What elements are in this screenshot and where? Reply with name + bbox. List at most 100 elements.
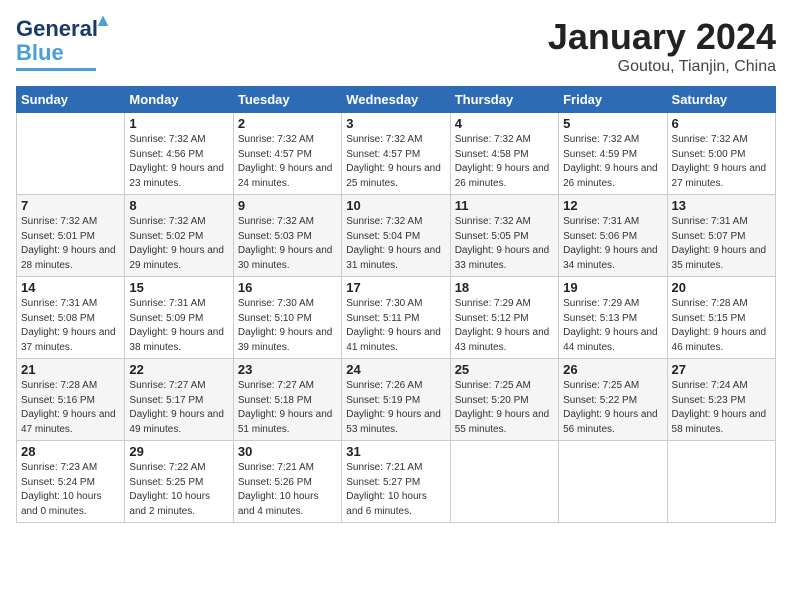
day-cell: 26 Sunrise: 7:25 AM Sunset: 5:22 PM Dayli… <box>559 359 667 441</box>
week-row-5: 28 Sunrise: 7:23 AM Sunset: 5:24 PM Dayli… <box>17 441 776 523</box>
logo-blue: Blue <box>16 40 64 66</box>
day-number: 26 <box>563 362 662 377</box>
day-info: Sunrise: 7:21 AM Sunset: 5:26 PM Dayligh… <box>238 461 337 519</box>
day-info: Sunrise: 7:27 AM Sunset: 5:18 PM Dayligh… <box>238 379 337 437</box>
day-info: Sunrise: 7:32 AM Sunset: 4:58 PM Dayligh… <box>455 133 554 191</box>
day-info: Sunrise: 7:26 AM Sunset: 5:19 PM Dayligh… <box>346 379 445 437</box>
day-number: 19 <box>563 280 662 295</box>
day-number: 4 <box>455 116 554 131</box>
day-number: 7 <box>21 198 120 213</box>
day-cell: 12Sunrise: 7:31 AM Sunset: 5:06 PM Dayli… <box>559 195 667 277</box>
day-cell: 30 Sunrise: 7:21 AM Sunset: 5:26 PM Dayli… <box>233 441 341 523</box>
day-cell: 17 Sunrise: 7:30 AM Sunset: 5:11 PM Dayli… <box>342 277 450 359</box>
day-number: 30 <box>238 444 337 459</box>
day-info: Sunrise: 7:28 AM Sunset: 5:16 PM Dayligh… <box>21 379 120 437</box>
day-cell: 25 Sunrise: 7:25 AM Sunset: 5:20 PM Dayli… <box>450 359 558 441</box>
location: Goutou, Tianjin, China <box>548 58 776 76</box>
day-cell: 29 Sunrise: 7:22 AM Sunset: 5:25 PM Dayli… <box>125 441 233 523</box>
day-info: Sunrise: 7:22 AM Sunset: 5:25 PM Dayligh… <box>129 461 228 519</box>
column-header-saturday: Saturday <box>667 87 775 113</box>
header-row: SundayMondayTuesdayWednesdayThursdayFrid… <box>17 87 776 113</box>
day-info: Sunrise: 7:31 AM Sunset: 5:07 PM Dayligh… <box>672 215 771 273</box>
day-info: Sunrise: 7:23 AM Sunset: 5:24 PM Dayligh… <box>21 461 120 519</box>
day-info: Sunrise: 7:32 AM Sunset: 5:03 PM Dayligh… <box>238 215 337 273</box>
day-number: 3 <box>346 116 445 131</box>
day-number: 5 <box>563 116 662 131</box>
day-number: 8 <box>129 198 228 213</box>
day-cell: 20 Sunrise: 7:28 AM Sunset: 5:15 PM Dayli… <box>667 277 775 359</box>
week-row-4: 21 Sunrise: 7:28 AM Sunset: 5:16 PM Dayli… <box>17 359 776 441</box>
day-info: Sunrise: 7:30 AM Sunset: 5:10 PM Dayligh… <box>238 297 337 355</box>
day-cell: 7Sunrise: 7:32 AM Sunset: 5:01 PM Daylig… <box>17 195 125 277</box>
day-cell <box>17 113 125 195</box>
column-header-sunday: Sunday <box>17 87 125 113</box>
day-cell: 18 Sunrise: 7:29 AM Sunset: 5:12 PM Dayli… <box>450 277 558 359</box>
day-info: Sunrise: 7:29 AM Sunset: 5:13 PM Dayligh… <box>563 297 662 355</box>
day-cell <box>450 441 558 523</box>
day-info: Sunrise: 7:21 AM Sunset: 5:27 PM Dayligh… <box>346 461 445 519</box>
day-cell: 5Sunrise: 7:32 AM Sunset: 4:59 PM Daylig… <box>559 113 667 195</box>
week-row-2: 7Sunrise: 7:32 AM Sunset: 5:01 PM Daylig… <box>17 195 776 277</box>
title-area: January 2024 Goutou, Tianjin, China <box>548 16 776 76</box>
day-number: 13 <box>672 198 771 213</box>
day-number: 15 <box>129 280 228 295</box>
day-number: 2 <box>238 116 337 131</box>
column-header-tuesday: Tuesday <box>233 87 341 113</box>
day-number: 29 <box>129 444 228 459</box>
day-cell: 6 Sunrise: 7:32 AM Sunset: 5:00 PM Daylig… <box>667 113 775 195</box>
day-cell: 9 Sunrise: 7:32 AM Sunset: 5:03 PM Daylig… <box>233 195 341 277</box>
day-cell: 10Sunrise: 7:32 AM Sunset: 5:04 PM Dayli… <box>342 195 450 277</box>
day-number: 23 <box>238 362 337 377</box>
day-info: Sunrise: 7:25 AM Sunset: 5:22 PM Dayligh… <box>563 379 662 437</box>
day-cell: 4 Sunrise: 7:32 AM Sunset: 4:58 PM Daylig… <box>450 113 558 195</box>
day-cell <box>667 441 775 523</box>
day-number: 14 <box>21 280 120 295</box>
day-number: 17 <box>346 280 445 295</box>
logo-general: General <box>16 16 98 41</box>
day-number: 25 <box>455 362 554 377</box>
logo-bird-icon: ▲ <box>94 10 112 31</box>
day-number: 16 <box>238 280 337 295</box>
day-cell <box>559 441 667 523</box>
day-cell: 21 Sunrise: 7:28 AM Sunset: 5:16 PM Dayli… <box>17 359 125 441</box>
day-info: Sunrise: 7:31 AM Sunset: 5:09 PM Dayligh… <box>129 297 228 355</box>
day-info: Sunrise: 7:32 AM Sunset: 5:02 PM Dayligh… <box>129 215 228 273</box>
day-cell: 19 Sunrise: 7:29 AM Sunset: 5:13 PM Dayli… <box>559 277 667 359</box>
day-info: Sunrise: 7:31 AM Sunset: 5:08 PM Dayligh… <box>21 297 120 355</box>
day-cell: 16 Sunrise: 7:30 AM Sunset: 5:10 PM Dayli… <box>233 277 341 359</box>
day-number: 6 <box>672 116 771 131</box>
month-title: January 2024 <box>548 16 776 58</box>
day-info: Sunrise: 7:30 AM Sunset: 5:11 PM Dayligh… <box>346 297 445 355</box>
day-info: Sunrise: 7:24 AM Sunset: 5:23 PM Dayligh… <box>672 379 771 437</box>
day-info: Sunrise: 7:25 AM Sunset: 5:20 PM Dayligh… <box>455 379 554 437</box>
day-info: Sunrise: 7:32 AM Sunset: 5:00 PM Dayligh… <box>672 133 771 191</box>
day-cell: 14 Sunrise: 7:31 AM Sunset: 5:08 PM Dayli… <box>17 277 125 359</box>
day-cell: 15 Sunrise: 7:31 AM Sunset: 5:09 PM Dayli… <box>125 277 233 359</box>
day-number: 28 <box>21 444 120 459</box>
day-number: 20 <box>672 280 771 295</box>
day-info: Sunrise: 7:27 AM Sunset: 5:17 PM Dayligh… <box>129 379 228 437</box>
header: General ▲ Blue January 2024 Goutou, Tian… <box>16 16 776 76</box>
column-header-monday: Monday <box>125 87 233 113</box>
day-number: 21 <box>21 362 120 377</box>
day-number: 1 <box>129 116 228 131</box>
column-header-thursday: Thursday <box>450 87 558 113</box>
day-number: 31 <box>346 444 445 459</box>
day-number: 24 <box>346 362 445 377</box>
day-cell: 13 Sunrise: 7:31 AM Sunset: 5:07 PM Dayli… <box>667 195 775 277</box>
day-info: Sunrise: 7:29 AM Sunset: 5:12 PM Dayligh… <box>455 297 554 355</box>
day-cell: 11Sunrise: 7:32 AM Sunset: 5:05 PM Dayli… <box>450 195 558 277</box>
day-cell: 24 Sunrise: 7:26 AM Sunset: 5:19 PM Dayli… <box>342 359 450 441</box>
day-info: Sunrise: 7:32 AM Sunset: 5:05 PM Dayligh… <box>455 215 554 273</box>
logo: General ▲ Blue <box>16 16 98 71</box>
day-number: 18 <box>455 280 554 295</box>
day-cell: 23 Sunrise: 7:27 AM Sunset: 5:18 PM Dayli… <box>233 359 341 441</box>
calendar-table: SundayMondayTuesdayWednesdayThursdayFrid… <box>16 86 776 523</box>
day-cell: 27Sunrise: 7:24 AM Sunset: 5:23 PM Dayli… <box>667 359 775 441</box>
calendar-container: General ▲ Blue January 2024 Goutou, Tian… <box>0 0 792 531</box>
logo-underline <box>16 68 96 71</box>
day-info: Sunrise: 7:28 AM Sunset: 5:15 PM Dayligh… <box>672 297 771 355</box>
column-header-friday: Friday <box>559 87 667 113</box>
day-info: Sunrise: 7:32 AM Sunset: 4:57 PM Dayligh… <box>238 133 337 191</box>
day-number: 9 <box>238 198 337 213</box>
